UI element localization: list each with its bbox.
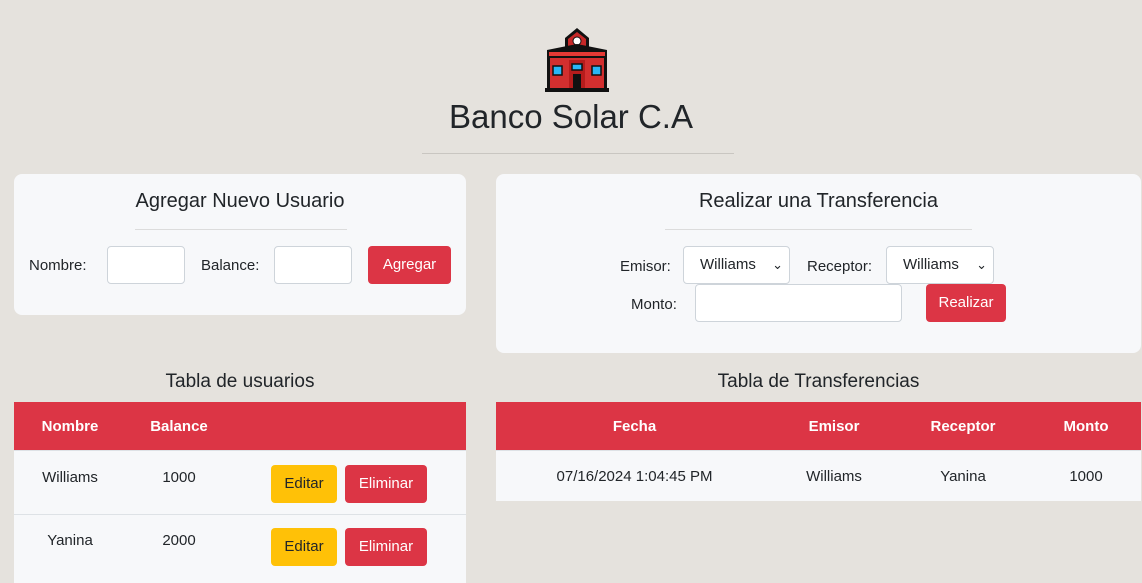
cell-emisor: Williams xyxy=(806,468,862,485)
column-header-emisor: Emisor xyxy=(808,418,860,435)
cell-receptor: Yanina xyxy=(940,468,986,485)
cell-nombre: Yanina xyxy=(47,532,93,549)
title-divider xyxy=(422,153,734,154)
page-title: Banco Solar C.A xyxy=(449,98,693,135)
delete-button[interactable]: Eliminar xyxy=(345,528,427,566)
cell-fecha: 07/16/2024 1:04:45 PM xyxy=(556,468,713,485)
transfer-title: Realizar una Transferencia xyxy=(698,190,938,212)
edit-button[interactable]: Editar xyxy=(271,528,337,566)
emisor-value: Williams xyxy=(700,256,756,273)
receptor-value: Williams xyxy=(903,256,959,273)
cell-nombre: Williams xyxy=(42,469,98,486)
card-divider xyxy=(135,229,347,230)
nombre-input[interactable] xyxy=(107,246,185,284)
column-header-nombre: Nombre xyxy=(41,418,99,435)
transfers-table-header: Fecha Emisor Receptor Monto xyxy=(496,402,1141,450)
add-user-card: Agregar Nuevo Usuario Nombre: Balance: A… xyxy=(14,174,466,315)
emisor-select[interactable]: Williams ⌄ xyxy=(683,246,790,284)
column-header-balance: Balance xyxy=(150,418,208,435)
add-user-title: Agregar Nuevo Usuario xyxy=(135,190,345,212)
chevron-down-icon: ⌄ xyxy=(976,257,987,272)
cell-balance: 2000 xyxy=(162,532,196,549)
monto-input[interactable] xyxy=(695,284,902,322)
school-building-icon xyxy=(545,28,609,92)
users-table-title: Tabla de usuarios xyxy=(165,371,315,392)
nombre-label: Nombre: xyxy=(29,257,87,274)
delete-button[interactable]: Eliminar xyxy=(345,465,427,503)
column-header-fecha: Fecha xyxy=(612,418,657,435)
edit-button[interactable]: Editar xyxy=(271,465,337,503)
balance-label: Balance: xyxy=(201,257,260,274)
cell-monto: 1000 xyxy=(1069,468,1103,485)
emisor-label: Emisor: xyxy=(620,258,671,275)
monto-label: Monto: xyxy=(631,296,677,313)
column-header-monto: Monto xyxy=(1063,418,1109,435)
cell-balance: 1000 xyxy=(162,469,196,486)
balance-input[interactable] xyxy=(274,246,352,284)
transfers-table-title: Tabla de Transferencias xyxy=(717,371,920,392)
table-row: Williams 1000 Editar Eliminar xyxy=(14,450,466,514)
table-row: Yanina 2000 Editar Eliminar xyxy=(14,514,466,583)
chevron-down-icon: ⌄ xyxy=(772,257,783,272)
receptor-label: Receptor: xyxy=(807,258,873,275)
users-table-header: Nombre Balance xyxy=(14,402,466,450)
card-divider xyxy=(665,229,972,230)
table-row: 07/16/2024 1:04:45 PM Williams Yanina 10… xyxy=(496,450,1141,501)
add-user-button[interactable]: Agregar xyxy=(368,246,451,284)
column-header-receptor: Receptor xyxy=(930,418,996,435)
receptor-select[interactable]: Williams ⌄ xyxy=(886,246,994,284)
realizar-button[interactable]: Realizar xyxy=(926,284,1006,322)
transfer-card: Realizar una Transferencia Emisor: Willi… xyxy=(496,174,1141,353)
